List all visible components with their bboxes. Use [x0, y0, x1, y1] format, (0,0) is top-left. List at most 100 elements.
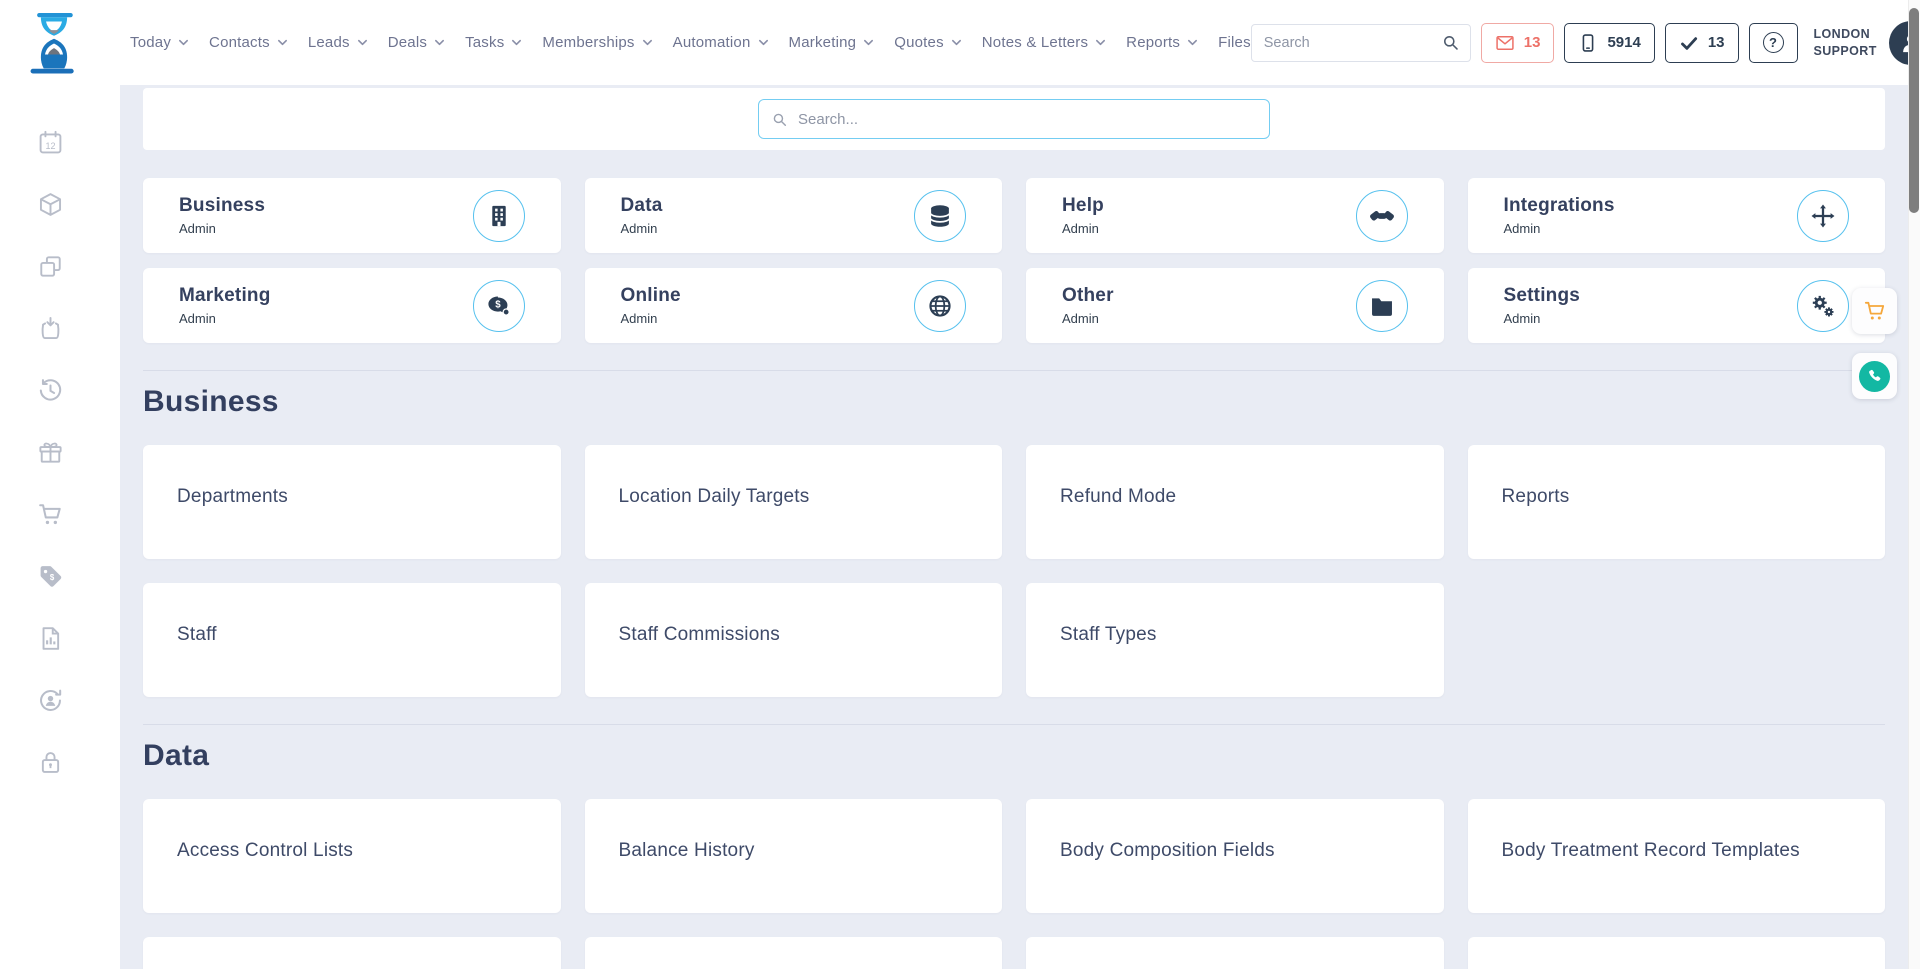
card-label: Balance History [619, 837, 969, 865]
package-icon[interactable] [37, 191, 64, 218]
tag-icon[interactable] [37, 563, 64, 590]
card-staff[interactable]: Staff [143, 583, 561, 697]
database-icon [914, 190, 966, 242]
chevron-down-icon [511, 37, 522, 48]
admin-card-marketing[interactable]: Marketing Admin [143, 268, 561, 343]
nav-item-label: Deals [388, 34, 427, 51]
mail-count: 13 [1524, 34, 1541, 51]
nav-item-notes-letters[interactable]: Notes & Letters [982, 34, 1106, 51]
settings-search-bar [143, 88, 1885, 150]
card-body-treatment-record-templates[interactable]: Body Treatment Record Templates [1468, 799, 1886, 913]
card-staff-commissions[interactable]: Staff Commissions [585, 583, 1003, 697]
nav-item-tasks[interactable]: Tasks [465, 34, 522, 51]
card-departments[interactable]: Departments [143, 445, 561, 559]
nav-item-today[interactable]: Today [130, 34, 189, 51]
folder-icon [1356, 280, 1408, 332]
card[interactable] [1026, 937, 1444, 969]
admin-card-subtitle: Admin [1062, 311, 1114, 326]
section-business: Business Departments Location Daily Targ… [143, 370, 1885, 697]
admin-card-subtitle: Admin [1504, 311, 1581, 326]
cart-icon [1863, 299, 1887, 323]
card-label: Staff Commissions [619, 621, 969, 649]
admin-card-integrations[interactable]: Integrations Admin [1468, 178, 1886, 253]
tasks-count: 13 [1708, 34, 1725, 51]
nav-item-contacts[interactable]: Contacts [209, 34, 288, 51]
help-button[interactable]: ? [1749, 23, 1798, 63]
brand-logo-hourglass-icon [24, 10, 84, 76]
nav-item-reports[interactable]: Reports [1126, 34, 1198, 51]
search-icon[interactable] [1441, 33, 1460, 52]
admin-card-title: Business [179, 195, 265, 217]
bag-icon[interactable] [37, 315, 64, 342]
nav-item-label: Marketing [789, 34, 857, 51]
admin-card-online[interactable]: Online Admin [585, 268, 1003, 343]
check-icon [1679, 33, 1699, 53]
nav-item-automation[interactable]: Automation [673, 34, 769, 51]
lock-icon[interactable] [37, 749, 64, 776]
account-sync-icon[interactable] [37, 687, 64, 714]
admin-card-title: Marketing [179, 285, 271, 307]
search-icon [771, 111, 788, 128]
floating-cart-button[interactable] [1852, 288, 1897, 334]
chevron-down-icon [434, 37, 445, 48]
card-balance-history[interactable]: Balance History [585, 799, 1003, 913]
sidebar [0, 85, 100, 969]
floating-phone-button[interactable] [1852, 353, 1897, 399]
section-data: Data Access Control Lists Balance Histor… [143, 724, 1885, 969]
copy-icon[interactable] [37, 253, 64, 280]
header-right-cluster: 13 5914 13 ? LONDON SUPPORT [1251, 21, 1920, 65]
app-header: Today Contacts Leads Deals Tasks Members… [0, 0, 1908, 85]
admin-card-data[interactable]: Data Admin [585, 178, 1003, 253]
nav-item-label: Notes & Letters [982, 34, 1088, 51]
card-refund-mode[interactable]: Refund Mode [1026, 445, 1444, 559]
chevron-down-icon [1095, 37, 1106, 48]
nav-item-label: Reports [1126, 34, 1180, 51]
admin-card-title: Data [621, 195, 663, 217]
question-icon: ? [1763, 32, 1784, 53]
card-reports[interactable]: Reports [1468, 445, 1886, 559]
header-search-input[interactable] [1264, 35, 1441, 51]
nav-item-deals[interactable]: Deals [388, 34, 445, 51]
card-access-control-lists[interactable]: Access Control Lists [143, 799, 561, 913]
card-staff-types[interactable]: Staff Types [1026, 583, 1444, 697]
mail-notifications-button[interactable]: 13 [1481, 23, 1555, 63]
mobile-icon [1578, 33, 1598, 53]
card-label: Location Daily Targets [619, 483, 969, 511]
envelope-icon [1495, 33, 1515, 53]
admin-card-business[interactable]: Business Admin [143, 178, 561, 253]
admin-card-settings[interactable]: Settings Admin [1468, 268, 1886, 343]
admin-card-help[interactable]: Help Admin [1026, 178, 1444, 253]
report-icon[interactable] [37, 625, 64, 652]
phone-notifications-button[interactable]: 5914 [1564, 23, 1654, 63]
building-icon [473, 190, 525, 242]
gift-icon[interactable] [37, 439, 64, 466]
card-body-composition-fields[interactable]: Body Composition Fields [1026, 799, 1444, 913]
nav-item-leads[interactable]: Leads [308, 34, 368, 51]
card-location-daily-targets[interactable]: Location Daily Targets [585, 445, 1003, 559]
tasks-notifications-button[interactable]: 13 [1665, 23, 1739, 63]
nav-item-marketing[interactable]: Marketing [789, 34, 875, 51]
card[interactable] [585, 937, 1003, 969]
section-title: Data [143, 739, 1885, 773]
admin-card-other[interactable]: Other Admin [1026, 268, 1444, 343]
money-chat-icon [473, 280, 525, 332]
scrollbar-thumb[interactable] [1909, 8, 1919, 213]
chevron-down-icon [642, 37, 653, 48]
history-icon[interactable] [37, 377, 64, 404]
admin-card-subtitle: Admin [1504, 221, 1615, 236]
cart-icon[interactable] [37, 501, 64, 528]
section-card-grid: Access Control Lists Balance History Bod… [143, 799, 1885, 969]
card[interactable] [1468, 937, 1886, 969]
admin-card-title: Online [621, 285, 681, 307]
admin-card-title: Integrations [1504, 195, 1615, 217]
admin-card-subtitle: Admin [1062, 221, 1104, 236]
nav-item-memberships[interactable]: Memberships [542, 34, 652, 51]
nav-item-quotes[interactable]: Quotes [894, 34, 962, 51]
nav-item-label: Today [130, 34, 171, 51]
card[interactable] [143, 937, 561, 969]
admin-card-subtitle: Admin [179, 221, 265, 236]
nav-item-files[interactable]: Files [1218, 34, 1251, 51]
calendar-icon[interactable] [37, 129, 64, 156]
sections: Business Departments Location Daily Targ… [143, 370, 1885, 969]
settings-search-input[interactable] [798, 111, 1257, 128]
